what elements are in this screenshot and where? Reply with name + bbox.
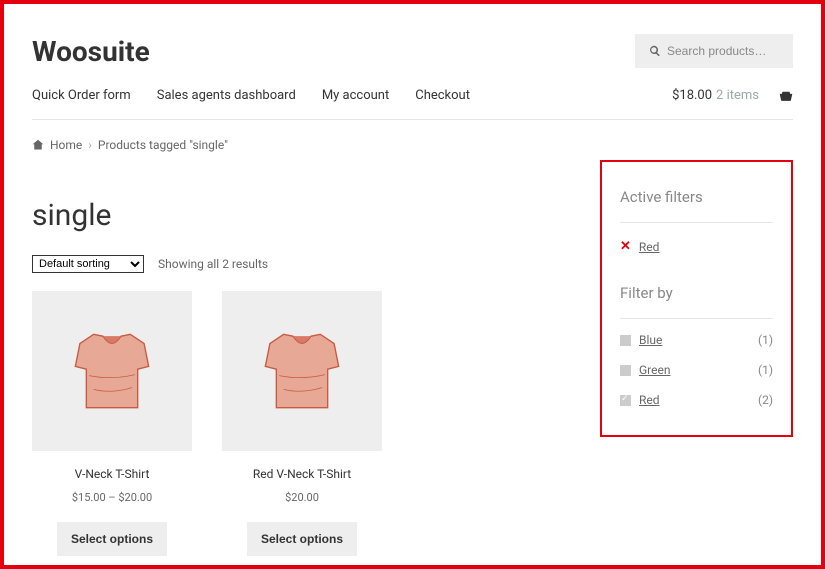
filter-sidebar: Active filters ✕ Red Filter by Blue xyxy=(600,160,793,437)
filter-option-blue[interactable]: Blue (1) xyxy=(620,325,773,355)
tshirt-icon xyxy=(57,316,167,426)
product-price: $15.00 – $20.00 xyxy=(32,491,192,504)
select-options-button[interactable]: Select options xyxy=(57,522,167,556)
product-image xyxy=(32,291,192,451)
cart-summary[interactable]: $18.00 2 items xyxy=(672,88,759,103)
select-options-button[interactable]: Select options xyxy=(247,522,357,556)
page-title: single xyxy=(32,198,570,233)
nav-quick-order[interactable]: Quick Order form xyxy=(32,88,131,103)
result-count: Showing all 2 results xyxy=(158,257,268,271)
checkbox-icon[interactable] xyxy=(620,395,631,406)
main-nav: Quick Order form Sales agents dashboard … xyxy=(32,88,470,103)
search-icon xyxy=(649,45,661,57)
filter-option-count: (1) xyxy=(758,363,773,377)
cart-items: 2 items xyxy=(716,88,759,103)
search-input[interactable] xyxy=(667,44,779,58)
product-name: Red V-Neck T-Shirt xyxy=(222,467,382,481)
checkbox-icon[interactable] xyxy=(620,335,631,346)
cart-price: $18.00 xyxy=(672,88,712,103)
product-card[interactable]: V-Neck T-Shirt $15.00 – $20.00 Select op… xyxy=(32,291,192,556)
active-filters-heading: Active filters xyxy=(620,188,773,206)
filter-option-count: (1) xyxy=(758,333,773,347)
sort-select[interactable]: Default sorting xyxy=(32,255,144,273)
nav-checkout[interactable]: Checkout xyxy=(415,88,470,103)
filter-option-count: (2) xyxy=(758,393,773,407)
remove-filter-icon[interactable]: ✕ xyxy=(620,239,631,254)
filter-option-label: Green xyxy=(639,363,670,377)
basket-icon[interactable] xyxy=(779,90,793,102)
tshirt-icon xyxy=(247,316,357,426)
product-price: $20.00 xyxy=(222,491,382,504)
search-box[interactable] xyxy=(635,34,793,68)
product-name: V-Neck T-Shirt xyxy=(32,467,192,481)
breadcrumb-sep: › xyxy=(88,138,92,152)
filter-by-heading: Filter by xyxy=(620,284,773,302)
checkbox-icon[interactable] xyxy=(620,365,631,376)
active-filter-label: Red xyxy=(639,240,660,254)
filter-option-red[interactable]: Red (2) xyxy=(620,385,773,415)
active-filter-item[interactable]: ✕ Red xyxy=(620,223,773,284)
home-icon xyxy=(32,139,44,151)
nav-my-account[interactable]: My account xyxy=(322,88,389,103)
product-image xyxy=(222,291,382,451)
site-title: Woosuite xyxy=(32,35,150,68)
divider xyxy=(620,318,773,319)
breadcrumb-home[interactable]: Home xyxy=(50,138,82,152)
product-card[interactable]: Red V-Neck T-Shirt $20.00 Select options xyxy=(222,291,382,556)
breadcrumb-current: Products tagged "single" xyxy=(98,138,228,152)
nav-sales-agents[interactable]: Sales agents dashboard xyxy=(157,88,296,103)
filter-option-green[interactable]: Green (1) xyxy=(620,355,773,385)
filter-option-label: Blue xyxy=(639,333,662,347)
filter-option-label: Red xyxy=(639,393,660,407)
